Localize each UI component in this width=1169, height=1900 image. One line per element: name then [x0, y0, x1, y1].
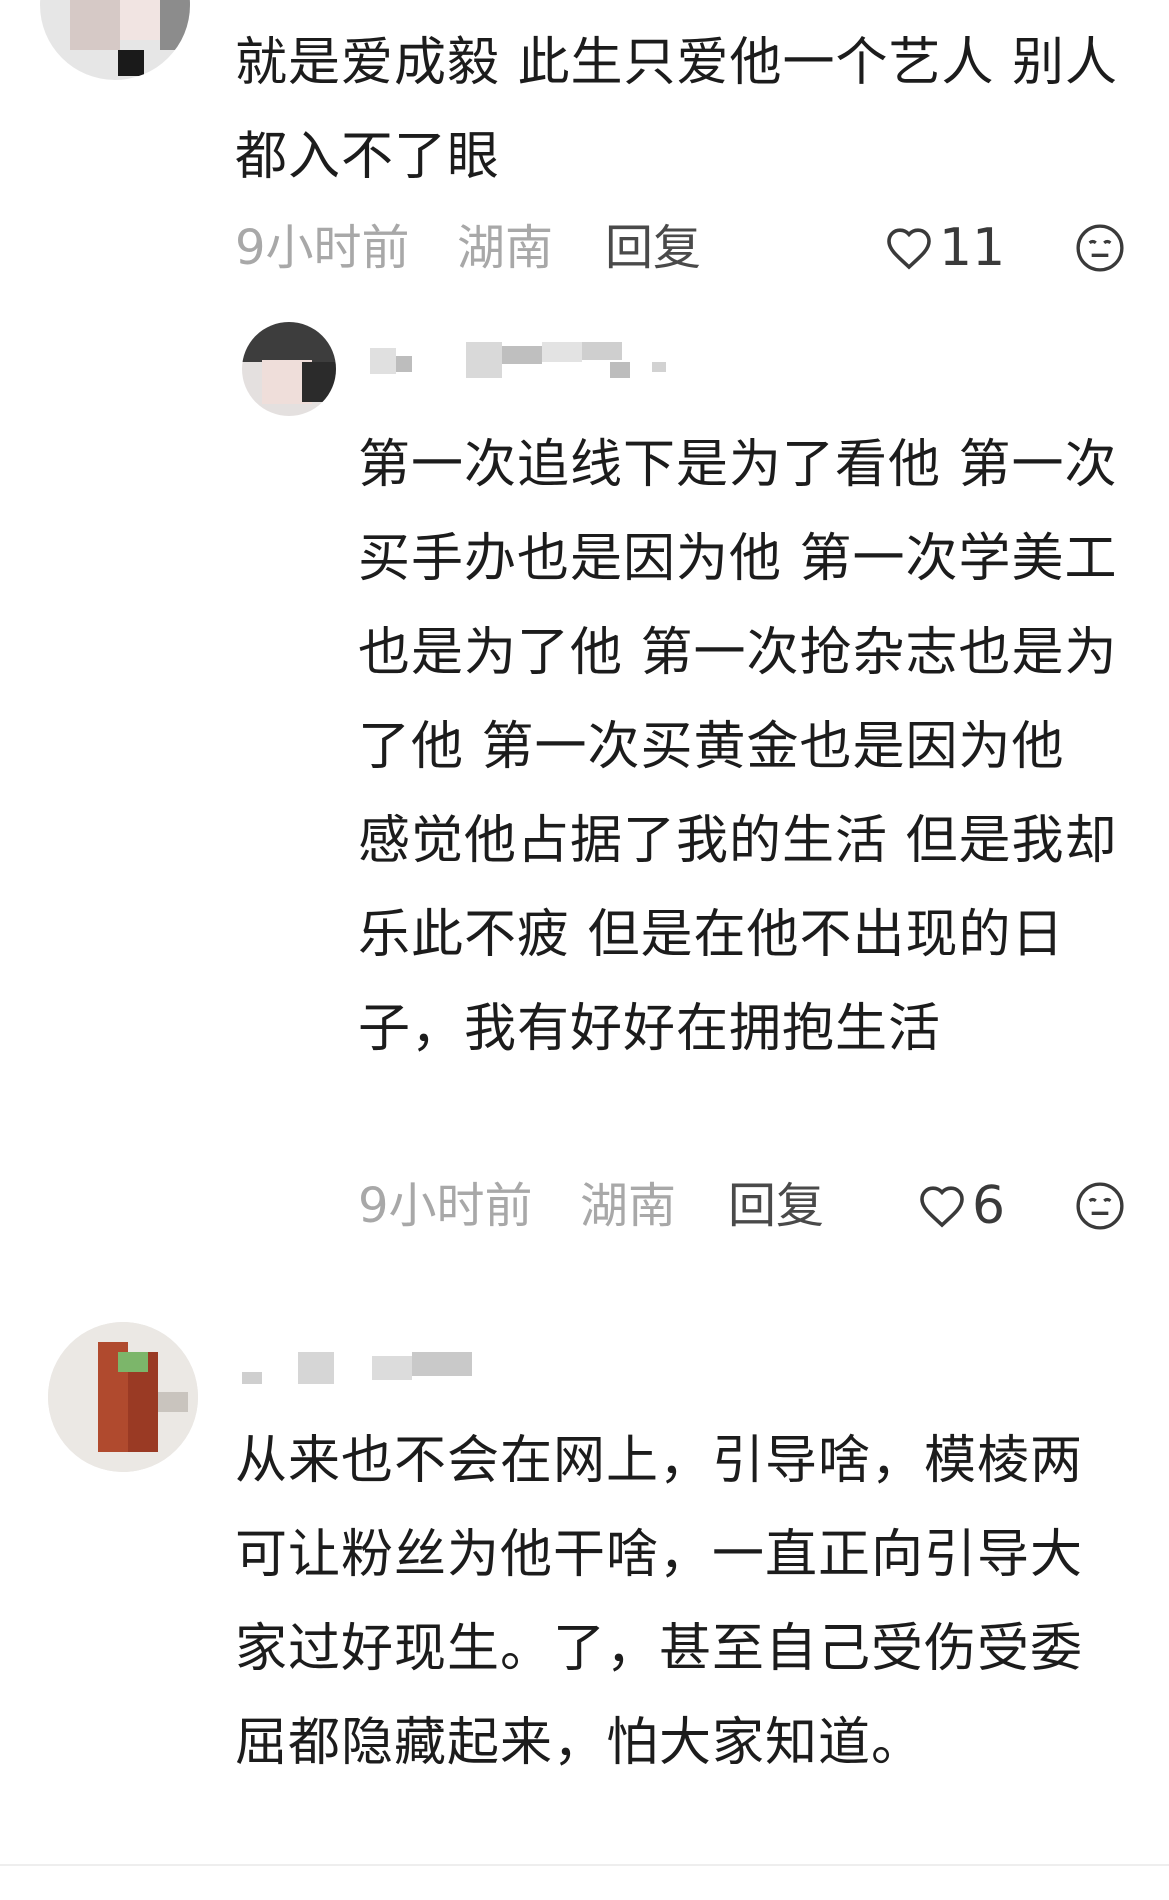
avatar-pixel: [120, 0, 160, 40]
avatar-pixel: [70, 0, 120, 50]
blur-pixel: [542, 342, 582, 362]
divider: [0, 1864, 1169, 1866]
blur-pixel: [582, 342, 622, 360]
comment-location: 湖南: [580, 1178, 677, 1234]
avatar-pixel: [160, 0, 190, 50]
comment-meta: 9小时前 湖南 回复 6: [358, 1176, 1138, 1236]
blur-pixel: [370, 348, 396, 374]
avatar-pixel: [118, 50, 144, 76]
blur-pixel: [502, 346, 542, 364]
blur-pixel: [466, 342, 502, 378]
username-blurred[interactable]: [242, 1344, 482, 1384]
comment-time: 9小时前: [235, 220, 410, 276]
comment-text: 第一次追线下是为了看他 第一次买手办也是因为他 第一次学美工也是为了他 第一次抢…: [358, 435, 1118, 1059]
reply-button[interactable]: 回复: [728, 1176, 824, 1236]
blur-pixel: [372, 1356, 412, 1380]
blur-pixel: [298, 1352, 334, 1384]
blur-pixel: [652, 362, 666, 372]
like-button[interactable]: 6: [918, 1176, 1005, 1236]
neutral-face-icon[interactable]: [1075, 223, 1125, 273]
reply-button[interactable]: 回复: [605, 218, 701, 278]
like-button[interactable]: 11: [885, 218, 1005, 278]
avatar[interactable]: [242, 322, 336, 416]
comment-text: 就是爱成毅 此生只爱他一个艺人 别人都入不了眼: [235, 33, 1119, 187]
comment-meta: 9小时前 湖南 回复 11: [235, 218, 1135, 278]
avatar-pixel: [242, 322, 336, 362]
blur-pixel: [396, 356, 412, 372]
heart-outline-icon: [887, 228, 931, 270]
username-blurred[interactable]: [370, 342, 690, 382]
avatar[interactable]: [40, 0, 190, 80]
avatar-pixel: [118, 1352, 148, 1372]
comment-location: 湖南: [457, 220, 554, 276]
blur-pixel: [610, 362, 630, 378]
blur-pixel: [242, 1372, 262, 1384]
blur-pixel: [412, 1352, 472, 1376]
like-count: 11: [939, 218, 1006, 278]
avatar-pixel: [302, 362, 336, 402]
heart-outline-icon: [920, 1186, 964, 1228]
like-count: 6: [972, 1176, 1006, 1236]
comment-text: 从来也不会在网上，引导啥，模棱两可让粉丝为他干啥，一直正向引导大家过好现生。了，…: [235, 1431, 1084, 1773]
comment-time: 9小时前: [358, 1178, 533, 1234]
avatar-pixel: [158, 1392, 188, 1412]
neutral-face-icon[interactable]: [1075, 1181, 1125, 1231]
avatar[interactable]: [48, 1322, 198, 1472]
